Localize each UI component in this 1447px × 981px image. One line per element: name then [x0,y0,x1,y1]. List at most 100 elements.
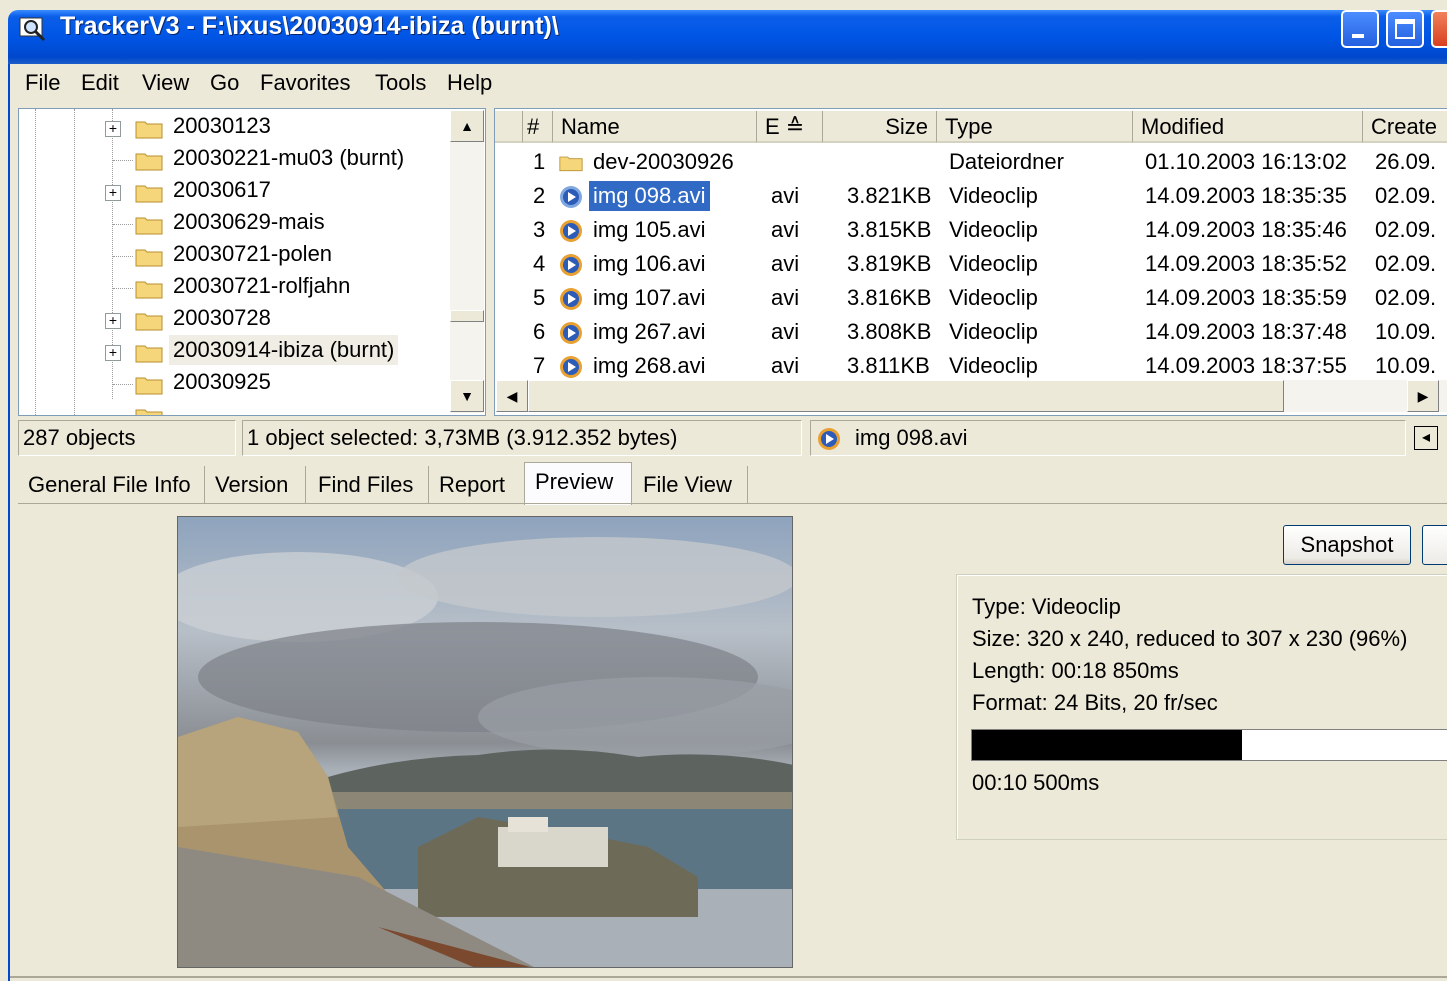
expand-icon[interactable]: + [105,313,121,329]
scroll-thumb[interactable] [528,380,1284,412]
video-preview-frame [177,516,793,968]
tab-divider [18,503,1447,504]
progress-fill [972,730,1242,760]
folder-icon [135,409,163,415]
scroll-right-icon[interactable]: ▶ [1407,380,1439,412]
info-format: Format: 24 Bits, 20 fr/sec [972,690,1218,715]
file-name: img 267.avi [593,319,706,344]
tree-item-label: 20030925 [173,369,271,394]
file-modified: 14.09.2003 18:35:46 [1145,217,1347,242]
tree-item[interactable]: 20030221-mu03 (burnt) [19,143,449,175]
tree-item[interactable]: + 20030617 [19,175,449,207]
file-name: img 106.avi [593,251,706,276]
tab-preview[interactable]: Preview [524,462,632,505]
column-header-size[interactable]: Size [823,111,937,143]
maximize-icon [1395,19,1415,39]
info-size: Size: 320 x 240, reduced to 307 x 230 (9… [972,626,1408,651]
magnifier-icon[interactable] [18,14,48,44]
status-object-count: 287 objects [18,420,236,456]
tree-item[interactable]: 20030721-polen [19,239,449,271]
video-icon [560,186,582,208]
menu-view[interactable]: View [142,70,189,96]
column-header-modified[interactable]: Modified [1133,111,1363,143]
tab-report[interactable]: Report [429,466,526,504]
tree-item[interactable]: 20030721-rolfjahn [19,271,449,303]
file-name: img 268.avi [593,353,706,378]
info-type: Type: Videoclip [972,594,1121,619]
folder-icon [135,281,163,299]
column-header-type[interactable]: Type [937,111,1133,143]
file-extension: avi [771,183,800,208]
tree-item-selected[interactable]: + 20030914-ibiza (burnt) [19,335,449,367]
tab-general-file-info[interactable]: General File Info [18,466,205,504]
file-created: 10.09. [1375,319,1437,344]
window-bottom-border [8,976,1447,978]
tree-item-label: 20030721-rolfjahn [173,273,351,298]
column-header-extension[interactable]: E ≙ [757,111,823,143]
expand-icon[interactable]: + [105,121,121,137]
column-header-created[interactable]: Create [1363,111,1447,143]
tree-item-label: 20030728 [173,305,271,330]
tab-file-view[interactable]: File View [633,466,748,504]
minimize-button[interactable] [1341,10,1379,48]
scroll-down-icon[interactable]: ▼ [450,380,484,412]
tree-item[interactable]: 20030925 [19,367,449,399]
menu-go[interactable]: Go [210,70,239,96]
expand-icon[interactable]: + [105,345,121,361]
menu-edit[interactable]: Edit [81,70,119,96]
dock-toggle-icon[interactable]: ◂ [1414,426,1438,450]
video-icon [560,356,582,378]
menu-file[interactable]: File [25,70,60,96]
scroll-left-icon[interactable]: ◀ [496,380,528,412]
file-name: img 105.avi [593,217,706,242]
menu-help[interactable]: Help [447,70,492,96]
menu-favorites[interactable]: Favorites [260,70,350,96]
scroll-thumb[interactable] [450,310,484,322]
tab-version[interactable]: Version [205,466,306,504]
video-icon [818,428,840,450]
playback-progress-bar[interactable] [971,729,1447,761]
column-header-number[interactable]: # [523,111,553,143]
scroll-up-icon[interactable]: ▲ [450,110,484,142]
tree-item[interactable]: 20030629-mais [19,207,449,239]
file-size: 3.815KB [847,217,932,242]
row-number: 5 [533,285,546,310]
tree-item-label: 20030629-mais [173,209,325,234]
tree-scrollbar[interactable]: ▲ ▼ [450,110,484,413]
expand-icon[interactable]: + [105,185,121,201]
file-type: Videoclip [949,285,1038,310]
tree-item[interactable]: + 20030728 [19,303,449,335]
file-modified: 01.10.2003 16:13:02 [1145,149,1347,174]
status-file-name: img 098.avi [855,425,968,450]
file-type: Dateiordner [949,149,1064,174]
maximize-button[interactable] [1386,10,1424,48]
menu-tools[interactable]: Tools [375,70,426,96]
folder-tree[interactable]: + 20030123 20030221-mu03 (burnt) + 20030… [18,108,486,416]
video-icon [560,254,582,276]
file-created: 26.09. [1375,149,1437,174]
row-number: 4 [533,251,546,276]
file-type: Videoclip [949,319,1038,344]
video-icon [560,288,582,310]
file-list[interactable]: # Name E ≙ Size Type Modified Create 1 d… [494,108,1447,416]
column-header-name[interactable]: Name [553,111,757,143]
close-button[interactable] [1431,10,1447,48]
snapshot-button[interactable]: Snapshot [1283,525,1411,565]
file-size: 3.819KB [847,251,932,276]
file-extension: avi [771,285,800,310]
file-name: img 107.avi [593,285,706,310]
status-selection: 1 object selected: 3,73MB (3.912.352 byt… [242,420,802,456]
list-horizontal-scrollbar[interactable]: ◀ ▶ [496,380,1447,412]
folder-icon [135,249,163,267]
tree-item[interactable]: + 20030123 [19,111,449,143]
tree-item-partial[interactable] [19,399,449,415]
folder-icon [135,217,163,235]
file-size: 3.808KB [847,319,932,344]
row-number: 7 [533,353,546,378]
tree-item-label: 20030123 [173,113,271,138]
tree-item-label: 20030914-ibiza (burnt) [169,335,399,365]
tab-find-files[interactable]: Find Files [308,466,429,504]
extra-button[interactable] [1422,525,1447,565]
folder-icon [135,185,163,203]
folder-icon [135,313,163,331]
